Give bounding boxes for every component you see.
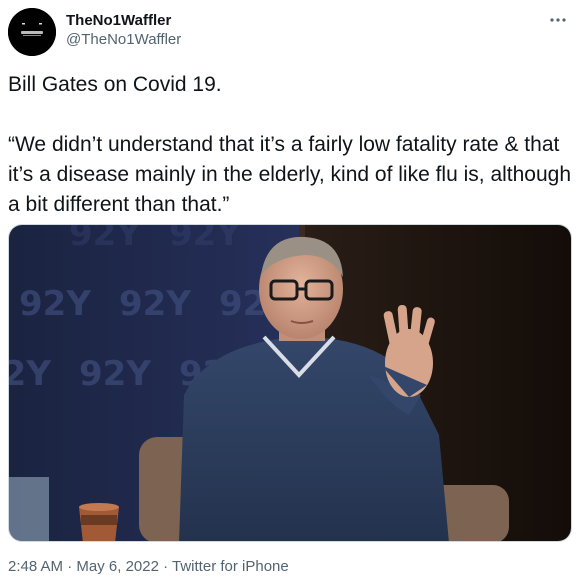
tweet-text: Bill Gates on Covid 19. “We didn’t under… bbox=[8, 70, 572, 220]
tweet-meta: 2:48 AM · May 6, 2022 · Twitter for iPho… bbox=[8, 557, 289, 577]
avatar[interactable] bbox=[8, 8, 56, 56]
meta-separator: · bbox=[63, 558, 77, 575]
avatar-logo-icon bbox=[8, 8, 56, 56]
video-frame: 92Y 92Y 92Y 92Y 92Y 92Y 92Y 92Y bbox=[9, 225, 571, 541]
tweet-time[interactable]: 2:48 AM bbox=[8, 558, 63, 575]
author-names: TheNo1Waffler @TheNo1Waffler bbox=[66, 12, 181, 50]
backdrop-text: 92Y bbox=[119, 284, 191, 324]
backdrop-text: 92Y bbox=[79, 354, 151, 394]
tweet-line: Bill Gates on Covid 19. bbox=[8, 73, 222, 96]
tweet-video[interactable]: 92Y 92Y 92Y 92Y 92Y 92Y 92Y 92Y bbox=[8, 224, 572, 542]
tweet-quote: “We didn’t understand that it’s a fairly… bbox=[8, 133, 572, 216]
tweet-header: TheNo1Waffler @TheNo1Waffler bbox=[8, 6, 572, 58]
display-name[interactable]: TheNo1Waffler bbox=[66, 12, 181, 30]
tweet-date[interactable]: May 6, 2022 bbox=[76, 558, 159, 575]
backdrop-text: 92Y bbox=[19, 284, 91, 324]
tweet-source[interactable]: Twitter for iPhone bbox=[172, 558, 289, 575]
backdrop-text: 92Y bbox=[9, 354, 51, 394]
backdrop-text: 92Y bbox=[169, 225, 241, 254]
meta-separator: · bbox=[158, 558, 173, 575]
handle[interactable]: @TheNo1Waffler bbox=[66, 30, 181, 50]
backdrop-text: 92Y bbox=[69, 225, 141, 254]
tweet: TheNo1Waffler @TheNo1Waffler Bill Gates … bbox=[0, 0, 580, 580]
more-dots-icon[interactable] bbox=[544, 10, 572, 30]
